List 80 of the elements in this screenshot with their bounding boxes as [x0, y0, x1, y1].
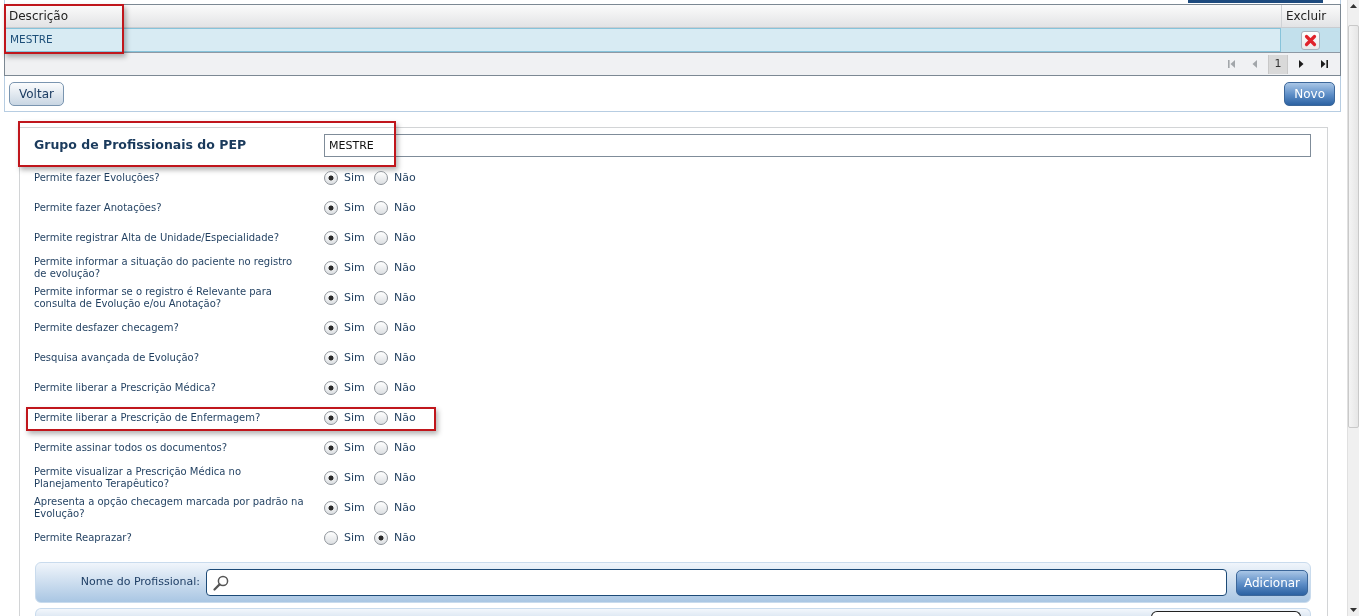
radio-button[interactable] — [324, 381, 338, 395]
option-label: Sim — [344, 409, 365, 426]
question-label: Permite visualizar a Prescrição Médica no Planejamento Terapêutico? — [33, 466, 243, 490]
question-label: Pesquisa avançada de Evolução? — [33, 352, 200, 364]
radio-button[interactable] — [374, 321, 388, 335]
radio-button[interactable] — [324, 531, 338, 545]
radio-button[interactable] — [374, 411, 388, 425]
radio-button[interactable] — [324, 291, 338, 305]
radio-button[interactable] — [324, 201, 338, 215]
question-label: Permite assinar todos os documentos? — [33, 442, 229, 454]
question-label: Permite desfazer checagem? — [33, 322, 180, 334]
radio-button[interactable] — [324, 321, 338, 335]
option-label: Sim — [344, 289, 365, 306]
radio-button[interactable] — [374, 531, 388, 545]
radio-button[interactable] — [374, 381, 388, 395]
option-label: Não — [394, 349, 416, 366]
column-header: Descrição — [8, 8, 70, 25]
option-label: Sim — [344, 379, 365, 396]
radio-button[interactable] — [324, 411, 338, 425]
search-icon — [213, 574, 229, 591]
radio-button[interactable] — [374, 501, 388, 515]
option-label: Não — [394, 499, 416, 516]
radio-button[interactable] — [374, 351, 388, 365]
radio-button[interactable] — [374, 261, 388, 275]
filter-field[interactable] — [1151, 611, 1301, 616]
caret-up-icon[interactable] — [1350, 4, 1357, 8]
option-label: Sim — [344, 439, 365, 456]
radio-button[interactable] — [374, 171, 388, 185]
radio-button[interactable] — [324, 501, 338, 515]
option-label: Não — [394, 229, 416, 246]
option-label: Sim — [344, 349, 365, 366]
field-label: Nome do Profissional: — [79, 574, 200, 591]
question-label: Permite informar a situação do paciente no registro de evolução? — [33, 256, 294, 280]
option-label: Sim — [344, 259, 365, 276]
radio-button[interactable] — [324, 231, 338, 245]
caret-down-icon[interactable] — [1350, 608, 1357, 612]
question-label: Apresenta a opção checagem marcada por padrão na Evolução? — [33, 496, 305, 520]
scrollbar-thumb[interactable] — [1348, 25, 1359, 428]
option-label: Sim — [344, 169, 365, 186]
radio-button[interactable] — [324, 261, 338, 275]
option-label: Sim — [344, 499, 365, 516]
radio-button[interactable] — [374, 441, 388, 455]
radio-button[interactable] — [374, 231, 388, 245]
option-label: Não — [394, 469, 416, 486]
option-label: Não — [394, 289, 416, 306]
option-label: Sim — [344, 319, 365, 336]
option-label: Não — [394, 169, 416, 186]
professional-name-field[interactable] — [206, 569, 1227, 596]
question-label: Permite registrar Alta de Unidade/Especialidade? — [33, 232, 280, 244]
back-button[interactable]: Voltar — [9, 82, 64, 106]
question-label: Permite fazer Evoluções? — [33, 172, 161, 184]
option-label: Não — [394, 439, 416, 456]
question-label: Permite liberar a Prescrição de Enfermagem? — [33, 412, 262, 424]
question-label: Permite Reaprazar? — [33, 532, 133, 544]
option-label: Não — [394, 319, 416, 336]
column-header: Excluir — [1281, 5, 1340, 27]
radio-button[interactable] — [324, 471, 338, 485]
radio-button[interactable] — [374, 201, 388, 215]
option-label: Sim — [344, 199, 365, 216]
option-label: Não — [394, 259, 416, 276]
option-label: Sim — [344, 469, 365, 486]
radio-button[interactable] — [324, 351, 338, 365]
radio-button[interactable] — [324, 171, 338, 185]
option-label: Não — [394, 379, 416, 396]
question-label: Permite liberar a Prescrição Médica? — [33, 382, 217, 394]
question-label: Permite informar se o registro é Relevante para consulta de Evolução e/ou Anotação? — [33, 286, 273, 310]
form-title: Grupo de Profissionais do PEP — [33, 136, 248, 155]
page-button[interactable]: 1 — [1268, 54, 1288, 74]
radio-button[interactable] — [324, 441, 338, 455]
question-label: Permite fazer Anotações? — [33, 202, 163, 214]
delete-button[interactable] — [1301, 30, 1320, 50]
option-label: Sim — [344, 229, 365, 246]
radio-button[interactable] — [374, 291, 388, 305]
option-label: Não — [394, 529, 416, 546]
option-label: Não — [394, 199, 416, 216]
cross-icon — [1304, 33, 1317, 47]
group-name-field[interactable]: MESTRE — [324, 134, 1311, 157]
option-label: Não — [394, 409, 416, 426]
option-label: Sim — [344, 529, 365, 546]
radio-button[interactable] — [374, 471, 388, 485]
